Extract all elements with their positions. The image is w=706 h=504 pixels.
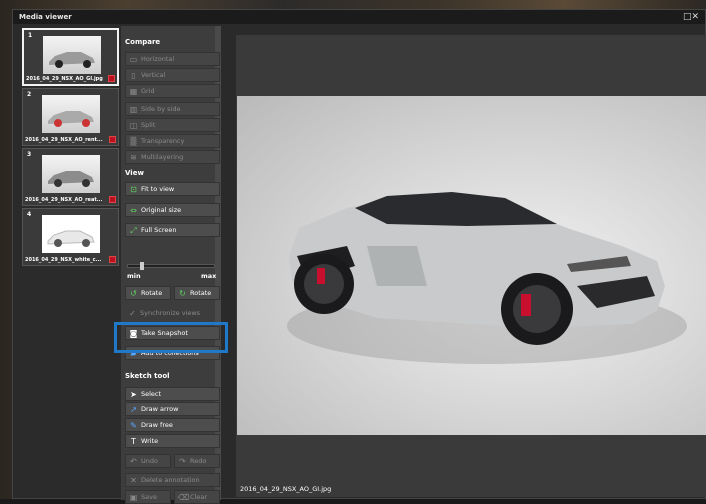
rotate-left-icon: ↺ [130,289,137,298]
thumbnail-number: 2 [27,91,32,98]
zoom-slider[interactable] [127,262,215,270]
thumbnail-strip: 1 2016_04_29_NSX_AO_GI.jpg 2 2016_04_29_… [21,26,121,496]
text-icon: T [131,437,136,446]
image-filename: 2016_04_29_NSX_AO_GI.jpg [240,485,332,493]
draw-arrow-button[interactable]: ↗ Draw arrow [125,402,220,416]
arrow-icon: ↗ [130,405,137,414]
synchronize-views-toggle[interactable]: ✓ Synchronize views [125,307,220,321]
thumbnail-label: 2016_04_29_NSX_white_c... [25,257,102,263]
fit-icon: ⊡ [130,185,137,194]
delete-annotation-button[interactable]: ✕ Delete annotation [125,473,220,487]
view-header: View [125,169,144,177]
main-image[interactable] [237,96,706,435]
split-button[interactable]: ◫ Split [125,118,220,132]
vertical-button[interactable]: ▯ Vertical [125,68,220,82]
zoom-slider-handle[interactable] [140,262,144,270]
rotate-right-button[interactable]: ↻ Rotate [174,286,220,300]
fit-to-view-button[interactable]: ⊡ Fit to view [125,182,220,196]
split-icon: ◫ [129,121,138,130]
select-button[interactable]: ➤ Select [125,387,220,401]
cursor-icon: ➤ [130,390,137,399]
sketch-tool-header: Sketch tool [125,372,170,380]
full-screen-button[interactable]: ⤢ Full Screen [125,223,220,237]
vertical-icon: ▯ [131,71,136,80]
thumbnail-image [42,95,100,133]
highlight-box [114,322,228,353]
thumbnail-image [42,215,100,253]
thumbnail-label: 2016_04_29_NSX_AO_reat... [25,197,103,203]
thumbnail-number: 1 [28,32,33,39]
window-title: Media viewer [19,13,72,21]
side-by-side-button[interactable]: ▥ Side by side [125,102,220,116]
delete-icon[interactable] [109,196,116,203]
transparency-button[interactable]: ▒ Transparency [125,134,220,148]
delete-icon[interactable] [108,75,115,82]
delete-icon[interactable] [109,256,116,263]
fullscreen-icon: ⤢ [130,226,137,235]
zoom-max-label: max [201,272,217,280]
delete-icon[interactable] [109,136,116,143]
undo-icon: ↶ [130,457,137,466]
thumbnail-number: 3 [27,151,32,158]
delete-icon: ✕ [130,476,137,485]
rotate-right-icon: ↻ [179,289,186,298]
rotate-left-button[interactable]: ↺ Rotate [125,286,171,300]
thumbnail-4[interactable]: 4 2016_04_29_NSX_white_c... [22,208,119,266]
grid-button[interactable]: ▦ Grid [125,84,220,98]
thumbnail-label: 2016_04_29_NSX_AO_rent... [25,137,103,143]
thumbnail-1[interactable]: 1 2016_04_29_NSX_AO_GI.jpg [22,28,119,86]
thumbnail-3[interactable]: 3 2016_04_29_NSX_AO_reat... [22,148,119,206]
thumbnail-2[interactable]: 2 2016_04_29_NSX_AO_rent... [22,88,119,146]
clear-button[interactable]: ⌫ Clear [174,490,220,504]
thumbnail-image [42,155,100,193]
save-icon: ▣ [129,493,138,502]
undo-button[interactable]: ↶ Undo [125,454,171,468]
horizontal-icon: ▭ [129,55,138,64]
eraser-icon: ⌫ [178,493,190,502]
save-button[interactable]: ▣ Save [125,490,171,504]
thumbnail-image [43,36,101,74]
check-icon: ✓ [129,309,136,318]
window-titlebar: Media viewer □✕ [13,10,705,24]
zoom-min-label: min [127,272,141,280]
transparency-icon: ▒ [130,137,137,146]
tool-panel: Compare ▭ Horizontal ▯ Vertical ▦ Grid ▥ Sid… [121,26,221,504]
thumbnail-number: 4 [27,211,32,218]
original-size-icon: ⇔ [130,206,137,215]
image-viewer[interactable]: 2016_04_29_NSX_AO_GI.jpg [236,35,706,497]
original-size-button[interactable]: ⇔ Original size [125,203,220,217]
layers-icon: ≋ [130,153,137,162]
multilayering-button[interactable]: ≋ Multilayering [125,150,220,164]
side-by-side-icon: ▥ [129,105,138,114]
redo-button[interactable]: ↷ Redo [174,454,220,468]
pencil-icon: ✎ [130,421,137,430]
thumbnail-label: 2016_04_29_NSX_AO_GI.jpg [26,76,103,82]
media-viewer-window: Media viewer □✕ 1 2016_04_29_NSX_AO_GI.j… [12,9,706,504]
redo-icon: ↷ [179,457,186,466]
horizontal-button[interactable]: ▭ Horizontal [125,52,220,66]
draw-free-button[interactable]: ✎ Draw free [125,418,220,432]
window-controls[interactable]: □✕ [683,10,699,24]
write-button[interactable]: T Write [125,434,220,448]
compare-header: Compare [125,38,161,46]
grid-icon: ▦ [129,87,138,96]
